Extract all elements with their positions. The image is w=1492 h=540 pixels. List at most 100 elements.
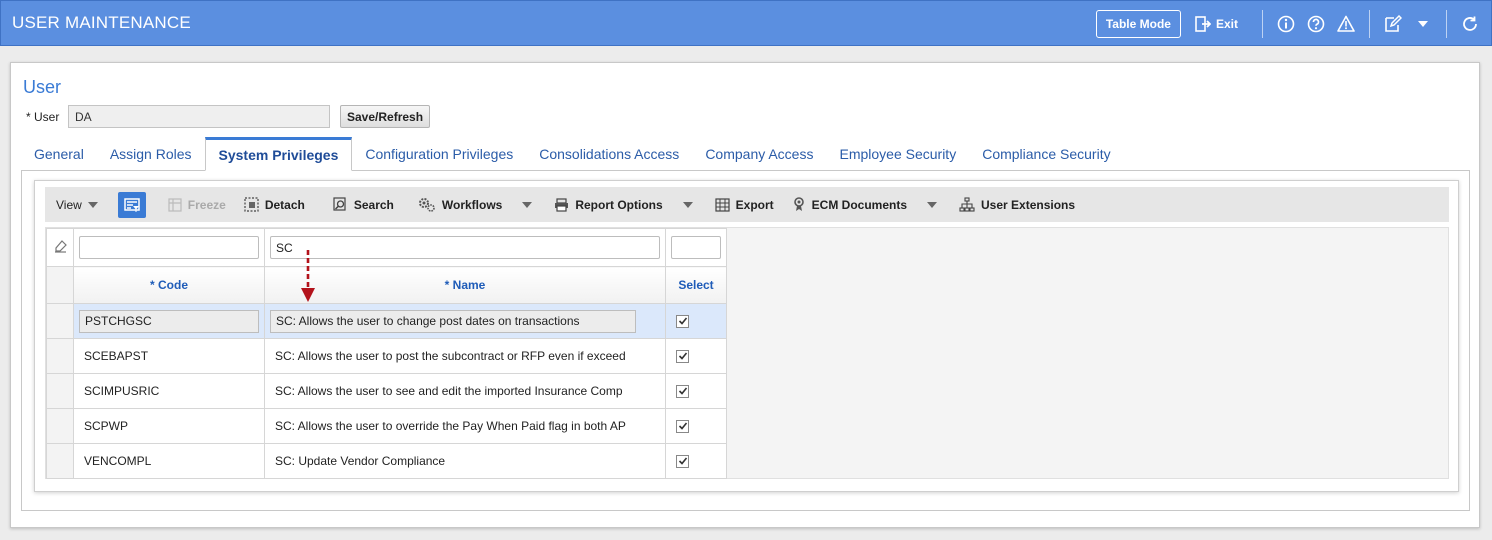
save-refresh-button[interactable]: Save/Refresh [340,105,431,128]
checkmark-icon [678,422,687,430]
user-extensions-label: User Extensions [981,197,1076,212]
name-cell[interactable]: SC: Update Vendor Compliance [264,443,666,479]
freeze-button[interactable]: Freeze [168,198,226,212]
view-menu[interactable]: View [56,198,98,212]
tab-bar: General Assign Roles System Privileges C… [21,137,1124,171]
tab-assign-roles[interactable]: Assign Roles [97,137,205,171]
code-cell[interactable]: SCEBAPST [73,338,265,374]
export-button[interactable]: Export [715,198,774,212]
table-row[interactable]: PSTCHGSC SC: Allows the user to change p… [46,303,727,339]
row-header[interactable] [46,443,74,479]
name-filter-input[interactable] [270,236,660,259]
name-cell[interactable]: SC: Allows the user to post the subcontr… [264,338,666,374]
search-button[interactable]: Search [333,197,394,212]
select-checkbox[interactable] [676,454,689,468]
view-label: View [56,197,82,212]
name-value: SC: Allows the user to override the Pay … [275,419,626,433]
freeze-icon [168,197,182,212]
code-column-header[interactable]: * Code [73,266,265,304]
header-separator [1446,10,1447,38]
select-checkbox[interactable] [676,384,689,398]
table-row[interactable]: SCPWP SC: Allows the user to override th… [46,408,727,444]
checkmark-icon [678,352,687,360]
report-options-label: Report Options [575,197,663,212]
name-value[interactable]: SC: Allows the user to change post dates… [270,309,636,333]
tab-company-access[interactable]: Company Access [692,137,826,171]
warning-icon[interactable] [1337,15,1355,33]
app-title: USER MAINTENANCE [12,13,191,32]
header-separator [1262,10,1263,38]
filter-toggle-button[interactable] [117,191,146,218]
workflows-menu[interactable]: Workflows [418,197,533,212]
tab-compliance-security[interactable]: Compliance Security [969,137,1123,171]
row-header[interactable] [46,303,74,339]
table-mode-button[interactable]: Table Mode [1095,10,1181,38]
workflows-label: Workflows [441,197,503,212]
detach-button[interactable]: Detach [244,197,305,212]
tab-general[interactable]: General [21,137,97,171]
tab-system-privileges[interactable]: System Privileges [204,137,353,171]
ecm-documents-menu[interactable]: ECM Documents [792,197,938,212]
select-filter-input[interactable] [671,236,721,259]
select-checkbox[interactable] [676,419,689,433]
tab-consolidations-access[interactable]: Consolidations Access [526,137,692,171]
grid-toolbar: View Freeze Detach Search Workflows Repo… [45,187,1449,222]
eraser-icon[interactable] [54,239,67,253]
code-cell[interactable]: SCPWP [73,408,265,444]
header-row: * Code * Name Select [46,266,727,304]
code-cell[interactable]: SCIMPUSRIC [73,373,265,409]
gears-icon [418,198,435,212]
row-header[interactable] [46,338,74,374]
grid-area: * Code * Name Select PSTCHGSC SC: Allows… [45,227,1449,479]
name-column-header[interactable]: * Name [264,266,666,304]
help-icon[interactable] [1307,15,1325,33]
select-cell[interactable] [665,303,727,339]
code-cell[interactable]: PSTCHGSC [73,303,265,339]
table-row[interactable]: VENCOMPL SC: Update Vendor Compliance [46,443,727,479]
chevron-down-icon [87,201,98,208]
table-row[interactable]: SCEBAPST SC: Allows the user to post the… [46,338,727,374]
user-extensions-button[interactable]: User Extensions [959,197,1075,212]
exit-button[interactable]: Exit [1195,16,1238,32]
user-panel: User * User Save/Refresh General Assign … [10,62,1480,528]
search-icon [333,197,346,211]
exit-icon [1195,16,1211,32]
table-row[interactable]: SCIMPUSRIC SC: Allows the user to see an… [46,373,727,409]
code-filter-input[interactable] [79,236,259,259]
name-cell[interactable]: SC: Allows the user to change post dates… [264,303,666,339]
chevron-down-icon [927,201,938,208]
select-checkbox[interactable] [676,349,689,363]
export-label: Export [735,197,774,212]
chevron-down-icon [522,201,533,208]
select-column-header[interactable]: Select [665,266,727,304]
detach-icon [244,197,259,212]
tab-employee-security[interactable]: Employee Security [826,137,969,171]
code-filter-cell [73,228,265,267]
info-icon[interactable] [1277,15,1295,33]
select-cell[interactable] [665,443,727,479]
select-cell[interactable] [665,373,727,409]
row-header[interactable] [46,408,74,444]
freeze-label: Freeze [187,197,226,212]
detach-label: Detach [264,197,305,212]
ecm-documents-label: ECM Documents [811,197,908,212]
code-value[interactable]: PSTCHGSC [79,309,259,333]
select-cell[interactable] [665,408,727,444]
name-value: SC: Update Vendor Compliance [275,454,446,468]
select-cell[interactable] [665,338,727,374]
row-header[interactable] [46,373,74,409]
header-separator [1369,10,1370,38]
user-input[interactable] [68,105,330,128]
section-title: User [23,77,62,97]
tab-configuration-privileges[interactable]: Configuration Privileges [352,137,526,171]
select-checkbox[interactable] [676,314,689,328]
name-cell[interactable]: SC: Allows the user to override the Pay … [264,408,666,444]
chevron-down-icon[interactable] [1414,15,1432,33]
name-cell[interactable]: SC: Allows the user to see and edit the … [264,373,666,409]
filter-list-icon [124,197,140,212]
refresh-icon[interactable] [1461,15,1479,33]
select-filter-cell [665,228,727,267]
report-options-menu[interactable]: Report Options [554,197,693,212]
code-cell[interactable]: VENCOMPL [73,443,265,479]
edit-icon[interactable] [1384,15,1402,33]
